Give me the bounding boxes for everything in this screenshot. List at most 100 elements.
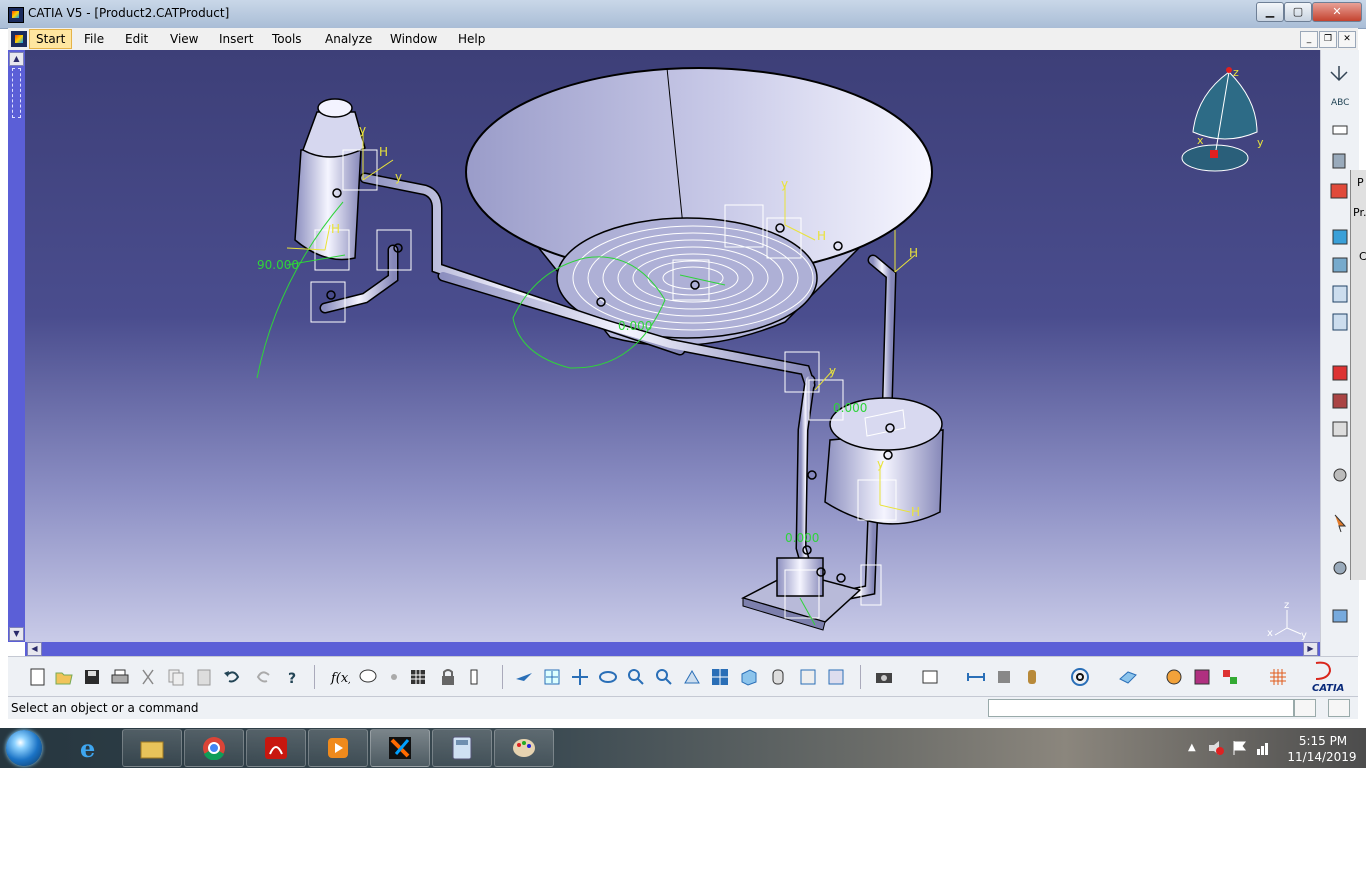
command-history-button[interactable] bbox=[1294, 699, 1316, 717]
constraint-icon-2[interactable] bbox=[1332, 313, 1348, 331]
render-icon[interactable] bbox=[1164, 667, 1184, 687]
panel-tab-1[interactable]: P bbox=[1357, 176, 1364, 189]
show-hidden-icons-chevron-icon[interactable]: ▲ bbox=[1188, 742, 1196, 753]
viewport[interactable]: ▲ ▼ 90.000 0.000 0.000 0.000 y H y H y H… bbox=[8, 50, 1320, 656]
knowledge-icon[interactable] bbox=[384, 667, 404, 687]
gear-icon[interactable] bbox=[1333, 468, 1347, 482]
specification-panel-edge[interactable]: P Pr. C bbox=[1350, 170, 1366, 580]
menu-window[interactable]: Window bbox=[390, 32, 437, 46]
plane-icon[interactable] bbox=[1118, 667, 1138, 687]
settings-icon[interactable] bbox=[1333, 561, 1347, 575]
menu-view[interactable]: View bbox=[170, 32, 198, 46]
constraint-icon[interactable] bbox=[1332, 285, 1348, 303]
file-explorer-taskbar-button[interactable] bbox=[122, 729, 182, 767]
mdi-close-button[interactable]: ✕ bbox=[1338, 31, 1356, 48]
paint-taskbar-button[interactable] bbox=[494, 729, 554, 767]
pan-icon[interactable] bbox=[570, 667, 590, 687]
iso-view-icon[interactable] bbox=[738, 667, 758, 687]
copy-icon[interactable] bbox=[166, 667, 186, 687]
inertia-icon[interactable] bbox=[1022, 667, 1042, 687]
cut-icon[interactable] bbox=[138, 667, 158, 687]
scroll-thumb[interactable] bbox=[12, 68, 21, 118]
mdi-restore-button[interactable]: ❐ bbox=[1319, 31, 1337, 48]
menu-tools[interactable]: Tools bbox=[272, 32, 302, 46]
action-center-flag-icon[interactable] bbox=[1232, 740, 1248, 756]
measure-icon[interactable] bbox=[966, 667, 986, 687]
hide-show-icon[interactable] bbox=[798, 667, 818, 687]
material-icon[interactable] bbox=[1192, 667, 1212, 687]
paste-icon[interactable] bbox=[194, 667, 214, 687]
grid-icon[interactable] bbox=[1268, 667, 1288, 687]
power-input-button[interactable] bbox=[1328, 699, 1350, 717]
analysis-icon[interactable] bbox=[920, 667, 940, 687]
paint-icon[interactable] bbox=[1330, 183, 1348, 199]
windows-start-button[interactable] bbox=[6, 730, 42, 766]
snap-icon[interactable] bbox=[1332, 153, 1346, 169]
spiral-icon[interactable] bbox=[1070, 667, 1090, 687]
maximize-button[interactable]: ▢ bbox=[1284, 2, 1312, 22]
horizontal-scrollbar[interactable]: ◀ ▶ bbox=[25, 642, 1320, 656]
multi-view-icon[interactable] bbox=[710, 667, 730, 687]
zoom-in-icon[interactable] bbox=[626, 667, 646, 687]
panel-tab-2[interactable]: Pr. bbox=[1353, 206, 1366, 219]
clash-icon[interactable] bbox=[994, 667, 1014, 687]
vertical-scrollbar[interactable]: ▲ ▼ bbox=[8, 50, 26, 642]
text-icon[interactable]: ABC bbox=[1331, 98, 1349, 108]
scroll-right-arrow-icon[interactable]: ▶ bbox=[1303, 642, 1318, 656]
product-icon[interactable] bbox=[1332, 257, 1348, 273]
explode-icon[interactable] bbox=[1332, 365, 1348, 381]
close-button[interactable]: ✕ bbox=[1312, 2, 1362, 22]
scroll-left-arrow-icon[interactable]: ◀ bbox=[27, 642, 42, 656]
3d-scene[interactable]: 90.000 0.000 0.000 0.000 y H y H y H H y… bbox=[25, 50, 1320, 642]
menu-edit[interactable]: Edit bbox=[125, 32, 148, 46]
swap-visible-icon[interactable] bbox=[826, 667, 846, 687]
fit-all-icon[interactable] bbox=[542, 667, 562, 687]
formula-icon[interactable]: f(x) bbox=[330, 667, 353, 687]
shading-icon[interactable] bbox=[768, 667, 788, 687]
mdi-minimize-button[interactable]: _ bbox=[1300, 31, 1318, 48]
save-icon[interactable] bbox=[82, 667, 102, 687]
new-icon[interactable] bbox=[28, 667, 48, 687]
speaker-muted-icon[interactable] bbox=[1208, 740, 1224, 756]
table-icon[interactable] bbox=[1332, 421, 1348, 437]
menu-insert[interactable]: Insert bbox=[219, 32, 253, 46]
link-icon[interactable] bbox=[1332, 609, 1348, 623]
menu-start[interactable]: Start bbox=[29, 29, 73, 49]
internet-explorer-taskbar-button[interactable]: e bbox=[60, 729, 120, 767]
3d-canvas[interactable]: 90.000 0.000 0.000 0.000 y H y H y H H y… bbox=[25, 50, 1320, 642]
capture-icon[interactable] bbox=[874, 667, 894, 687]
network-icon[interactable] bbox=[1256, 740, 1272, 756]
table-icon[interactable] bbox=[408, 667, 428, 687]
zoom-out-icon[interactable] bbox=[654, 667, 674, 687]
scroll-up-arrow-icon[interactable]: ▲ bbox=[9, 52, 24, 66]
sequence-icon[interactable] bbox=[1332, 393, 1348, 409]
left-tank[interactable] bbox=[294, 98, 366, 261]
calculator-taskbar-button[interactable] bbox=[432, 729, 492, 767]
media-player-taskbar-button[interactable] bbox=[308, 729, 368, 767]
fly-mode-icon[interactable] bbox=[514, 667, 534, 687]
whats-this-icon[interactable]: ? bbox=[282, 667, 302, 687]
orientation-compass[interactable]: z x y bbox=[1181, 66, 1264, 172]
catia-app-icon[interactable] bbox=[8, 7, 24, 23]
comment-icon[interactable] bbox=[358, 667, 378, 687]
acrobat-taskbar-button[interactable] bbox=[246, 729, 306, 767]
menu-analyze[interactable]: Analyze bbox=[325, 32, 372, 46]
chrome-taskbar-button[interactable] bbox=[184, 729, 244, 767]
redo-icon[interactable] bbox=[254, 667, 274, 687]
open-icon[interactable] bbox=[54, 667, 74, 687]
pump-base[interactable] bbox=[740, 557, 862, 631]
arrow-icon[interactable] bbox=[1334, 514, 1347, 533]
catia-menu-icon[interactable] bbox=[11, 31, 27, 47]
menu-file[interactable]: File bbox=[84, 32, 104, 46]
flag-icon[interactable] bbox=[1332, 125, 1348, 135]
clock-date[interactable]: 11/14/2019 bbox=[1284, 750, 1360, 764]
scroll-down-arrow-icon[interactable]: ▼ bbox=[9, 627, 24, 641]
normal-view-icon[interactable] bbox=[682, 667, 702, 687]
lock-icon[interactable] bbox=[438, 667, 458, 687]
menu-help[interactable]: Help bbox=[458, 32, 485, 46]
undo-icon[interactable] bbox=[222, 667, 242, 687]
clock-time[interactable]: 5:15 PM bbox=[1296, 734, 1350, 748]
panel-tab-3[interactable]: C bbox=[1359, 250, 1366, 263]
print-icon[interactable] bbox=[110, 667, 130, 687]
minimize-button[interactable]: ▁ bbox=[1256, 2, 1284, 22]
